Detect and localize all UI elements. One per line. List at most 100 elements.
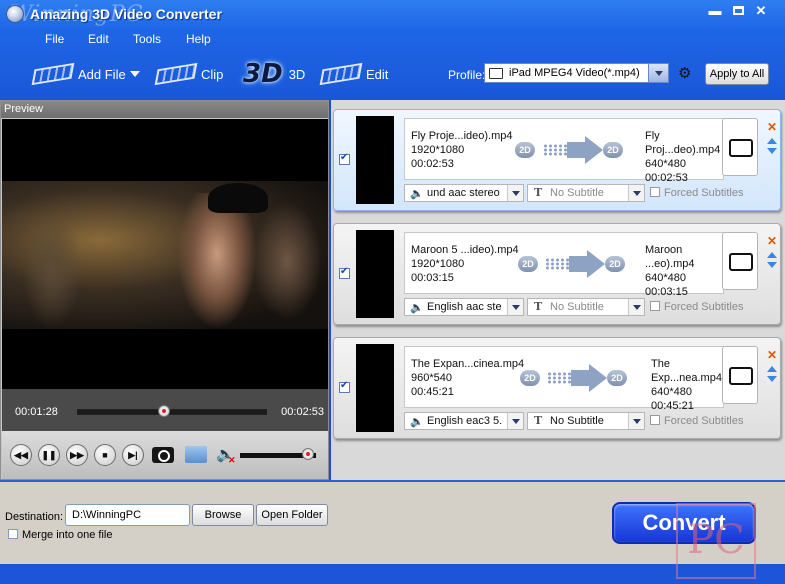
move-down-icon[interactable]	[767, 376, 777, 382]
camera-icon[interactable]	[152, 447, 174, 463]
remove-icon[interactable]: ✕	[767, 348, 777, 362]
file-item[interactable]: Maroon 5 ...ideo).mp4 1920*1080 00:03:15…	[333, 223, 781, 325]
pc-watermark: PC	[676, 503, 756, 579]
forced-subtitles-checkbox[interactable]: Forced Subtitles	[650, 415, 743, 427]
target-mode-badge[interactable]: 2D	[605, 256, 625, 272]
source-resolution: 960*540	[411, 372, 452, 384]
arrow-icon	[543, 136, 605, 164]
remove-icon[interactable]: ✕	[767, 234, 777, 248]
pause-icon[interactable]: ❚❚	[38, 444, 60, 466]
file-checkbox[interactable]	[339, 266, 350, 279]
merge-label: Merge into one file	[22, 529, 113, 541]
source-name: The Expan...cinea.mp4	[411, 358, 525, 370]
file-checkbox[interactable]	[339, 152, 350, 165]
destination-input[interactable]: D:\WinningPC	[65, 504, 190, 526]
folder-icon[interactable]	[185, 446, 207, 463]
edit-label: Edit	[366, 66, 389, 82]
remove-icon[interactable]: ✕	[767, 120, 777, 134]
target-mode-badge[interactable]: 2D	[607, 370, 627, 386]
maximize-icon	[732, 6, 744, 15]
target-resolution: 640*480	[645, 272, 686, 284]
volume-handle[interactable]	[302, 448, 315, 460]
audio-track-select[interactable]: 🔈 English eac3 5.	[404, 412, 524, 430]
tablet-icon	[729, 367, 753, 385]
menu-edit[interactable]: Edit	[88, 32, 109, 46]
checkbox-box[interactable]	[8, 529, 18, 539]
chevron-down-icon	[628, 185, 644, 201]
checkbox-box[interactable]	[650, 415, 660, 425]
open-folder-button[interactable]: Open Folder	[256, 504, 328, 526]
menu-file[interactable]: File	[45, 32, 64, 46]
edit-button[interactable]: Edit	[319, 56, 389, 92]
output-device[interactable]	[722, 232, 758, 290]
subtitle-value: No Subtitle	[550, 415, 604, 427]
menu-bar: File Edit Tools Help	[0, 30, 785, 50]
video-scene	[2, 181, 328, 329]
chevron-down-icon	[507, 413, 523, 429]
add-file-button[interactable]: Add File	[31, 56, 140, 92]
menu-help[interactable]: Help	[186, 32, 211, 46]
subtitle-icon: T	[534, 300, 543, 313]
maximize-button[interactable]	[729, 3, 747, 19]
clip-label: Clip	[201, 66, 224, 82]
forced-subtitles-checkbox[interactable]: Forced Subtitles	[650, 187, 743, 199]
target-info: Maroon ...eo).mp4 640*480 00:03:15	[645, 243, 723, 299]
stop-icon[interactable]: ■	[94, 444, 116, 466]
clip-button[interactable]: Clip	[154, 56, 224, 92]
move-up-icon[interactable]	[767, 366, 777, 372]
subtitle-value: No Subtitle	[550, 187, 604, 199]
move-down-icon[interactable]	[767, 262, 777, 268]
file-item[interactable]: Fly Proje...ideo).mp4 1920*1080 00:02:53…	[333, 109, 781, 211]
audio-track-select[interactable]: 🔈 English aac ste	[404, 298, 524, 316]
next-icon[interactable]: ▶|	[122, 444, 144, 466]
subtitle-select[interactable]: T No Subtitle	[527, 184, 645, 202]
menu-tools[interactable]: Tools	[133, 32, 161, 46]
fast-forward-icon[interactable]: ▶▶	[66, 444, 88, 466]
close-button[interactable]: ✕	[752, 3, 770, 19]
magic-wand-icon	[319, 58, 363, 90]
merge-checkbox[interactable]: Merge into one file	[8, 529, 113, 541]
rewind-icon[interactable]: ◀◀	[10, 444, 32, 466]
subtitle-value: No Subtitle	[550, 301, 604, 313]
source-info: Fly Proje...ideo).mp4 1920*1080 00:02:53	[411, 129, 512, 171]
subtitle-select[interactable]: T No Subtitle	[527, 412, 645, 430]
video-frame	[2, 119, 328, 389]
seek-area: 00:01:28 00:02:53	[2, 389, 328, 431]
move-up-icon[interactable]	[767, 252, 777, 258]
file-list: Fly Proje...ideo).mp4 1920*1080 00:02:53…	[331, 100, 785, 480]
destination-label: Destination:	[5, 511, 64, 523]
chevron-down-icon	[507, 299, 523, 315]
forced-subtitles-checkbox[interactable]: Forced Subtitles	[650, 301, 743, 313]
file-checkbox[interactable]	[339, 380, 350, 393]
gear-icon[interactable]: ⚙	[678, 66, 694, 82]
target-mode-badge[interactable]: 2D	[603, 142, 623, 158]
target-duration: 00:45:21	[651, 400, 694, 412]
seek-handle[interactable]	[157, 405, 170, 417]
volume-slider[interactable]	[240, 448, 316, 460]
move-down-icon[interactable]	[767, 148, 777, 154]
checkbox-box[interactable]	[650, 301, 660, 311]
minimize-button[interactable]: ▬	[706, 3, 724, 19]
source-duration: 00:02:53	[411, 158, 454, 170]
apply-to-all-button[interactable]: Apply to All	[705, 63, 769, 85]
profile-select[interactable]: iPad MPEG4 Video(*.mp4)	[484, 63, 669, 83]
source-info: The Expan...cinea.mp4 960*540 00:45:21	[411, 357, 524, 399]
audio-track-select[interactable]: 🔈 und aac stereo	[404, 184, 524, 202]
output-device[interactable]	[722, 118, 758, 176]
source-duration: 00:45:21	[411, 386, 454, 398]
film-icon	[31, 58, 75, 90]
profile-dropdown-button[interactable]	[648, 64, 668, 82]
output-device[interactable]	[722, 346, 758, 404]
speaker-icon: 🔈	[410, 302, 424, 314]
chevron-down-icon	[129, 71, 140, 77]
seek-slider[interactable]	[77, 405, 267, 417]
3d-button[interactable]: 3D 3D	[243, 56, 305, 92]
move-up-icon[interactable]	[767, 138, 777, 144]
file-item[interactable]: The Expan...cinea.mp4 960*540 00:45:21 2…	[333, 337, 781, 439]
target-duration: 00:03:15	[645, 286, 688, 298]
checkbox-box[interactable]	[650, 187, 660, 197]
browse-button[interactable]: Browse	[192, 504, 254, 526]
speaker-icon: 🔈	[410, 188, 424, 200]
bottom-panel: Destination: D:\WinningPC Browse Open Fo…	[0, 480, 785, 564]
subtitle-select[interactable]: T No Subtitle	[527, 298, 645, 316]
